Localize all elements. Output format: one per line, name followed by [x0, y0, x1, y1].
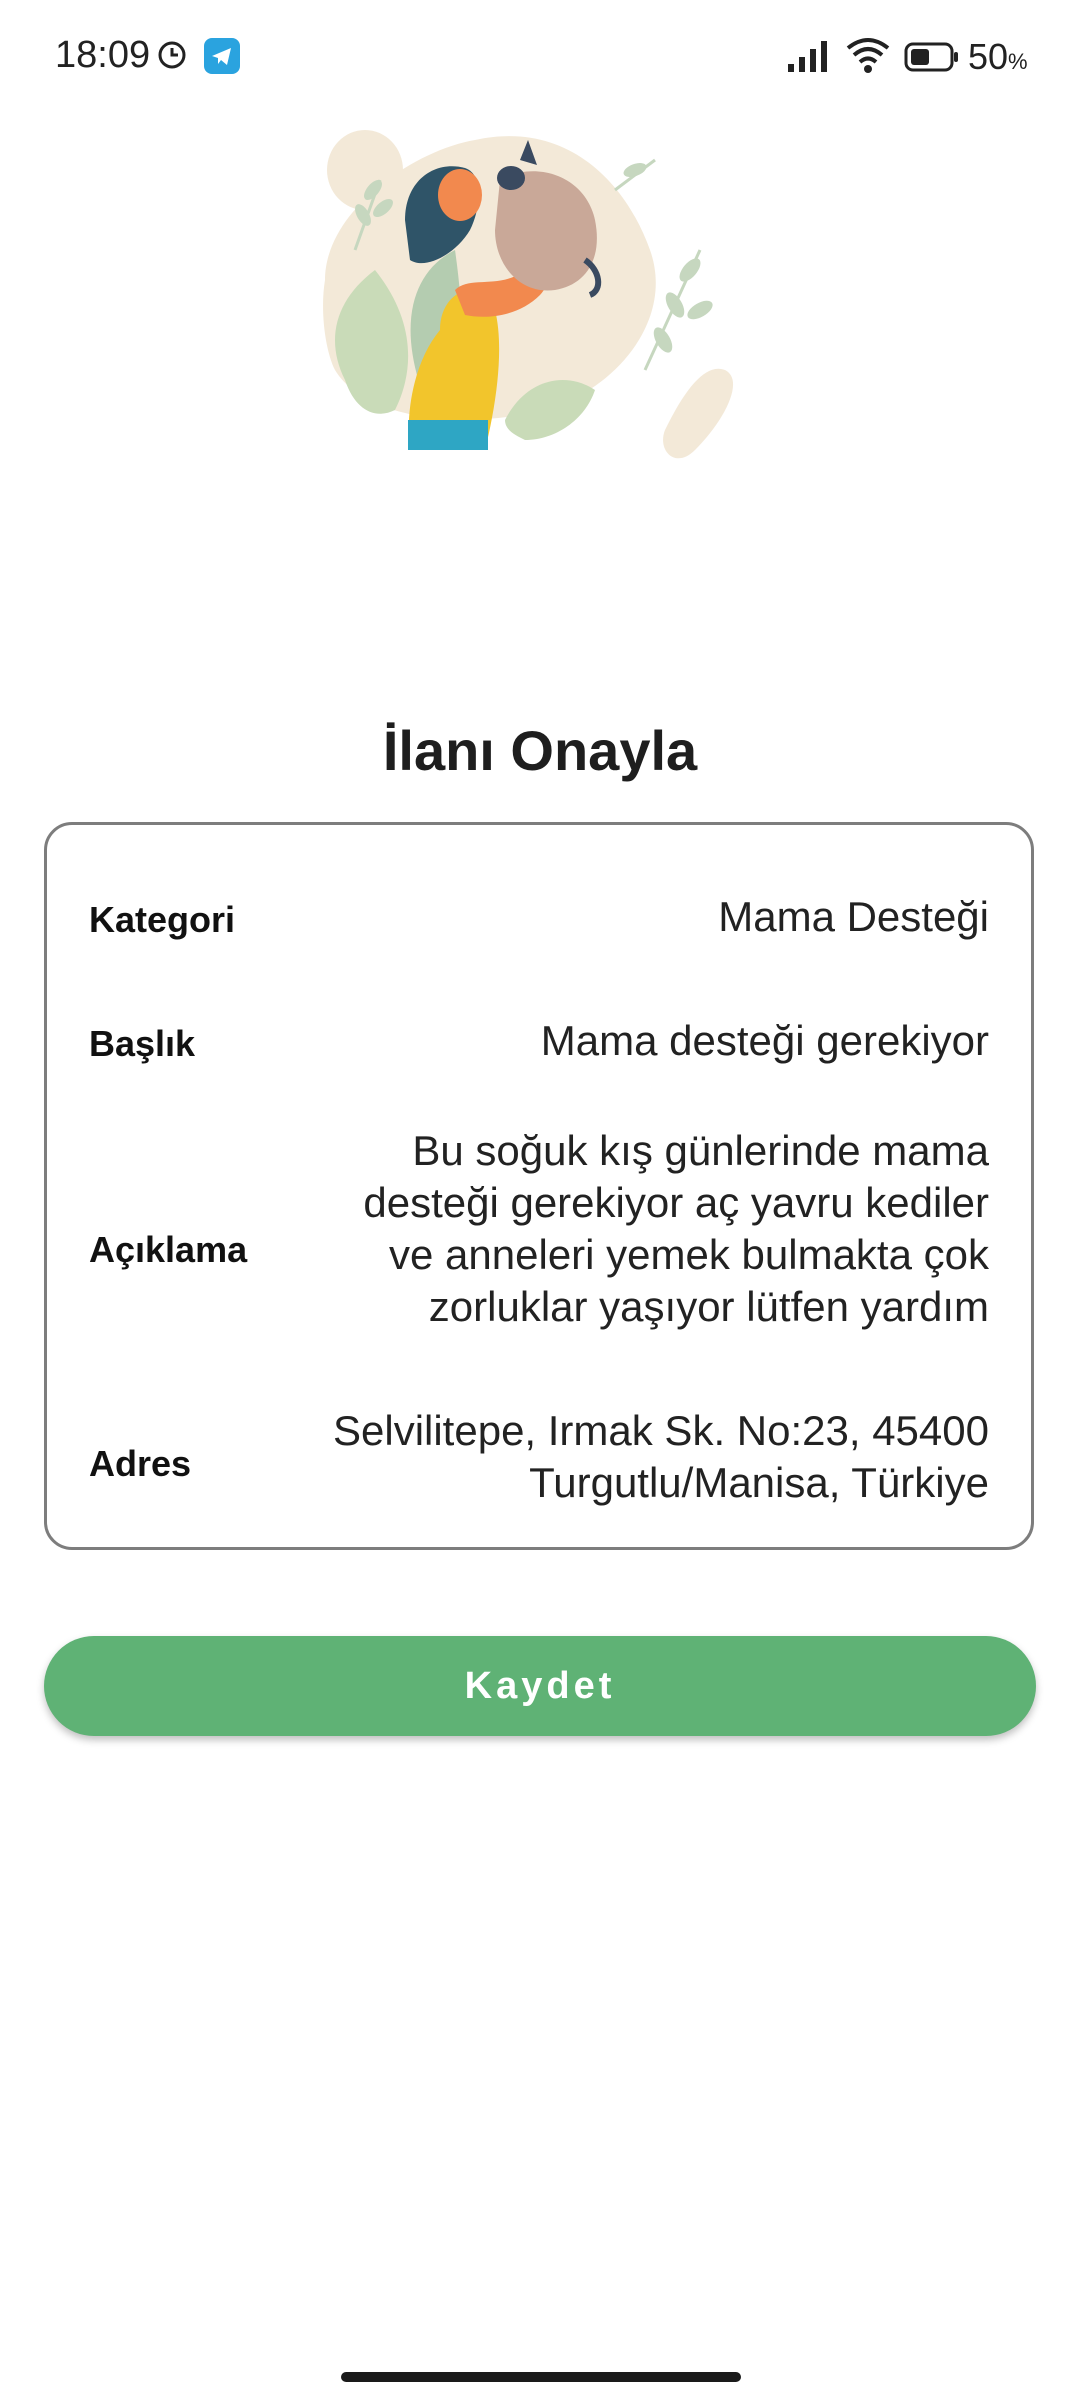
address-label: Adres [89, 1443, 192, 1484]
listing-details-card: Kategori Mama Desteği Başlık Mama desteğ… [44, 822, 1034, 1550]
address-value: Selvilitepe, Irmak Sk. No:23, 45400 Turg… [332, 1407, 989, 1506]
signal-icon [788, 41, 827, 72]
title-value: Mama desteği gerekiyor [540, 1017, 989, 1064]
category-label: Kategori [89, 899, 236, 940]
telegram-icon [204, 38, 240, 74]
woman-cat-illustration [323, 130, 734, 459]
save-button[interactable]: Kaydet [44, 1636, 1036, 1736]
battery-icon [904, 42, 958, 72]
battery-percent: 50% [968, 36, 1028, 77]
clock-icon [158, 41, 186, 69]
status-time: 18:09 [55, 34, 151, 76]
status-bar: 18:09 50% [0, 0, 1080, 110]
title-label: Başlık [89, 1023, 196, 1064]
description-value: Bu soğuk kış günlerinde mama desteği ger… [363, 1127, 989, 1330]
home-indicator[interactable] [341, 2372, 741, 2382]
description-label: Açıklama [89, 1229, 248, 1270]
category-value: Mama Desteği [718, 893, 989, 940]
page-title: İlanı Onayla [382, 718, 698, 782]
wifi-icon [846, 38, 890, 73]
